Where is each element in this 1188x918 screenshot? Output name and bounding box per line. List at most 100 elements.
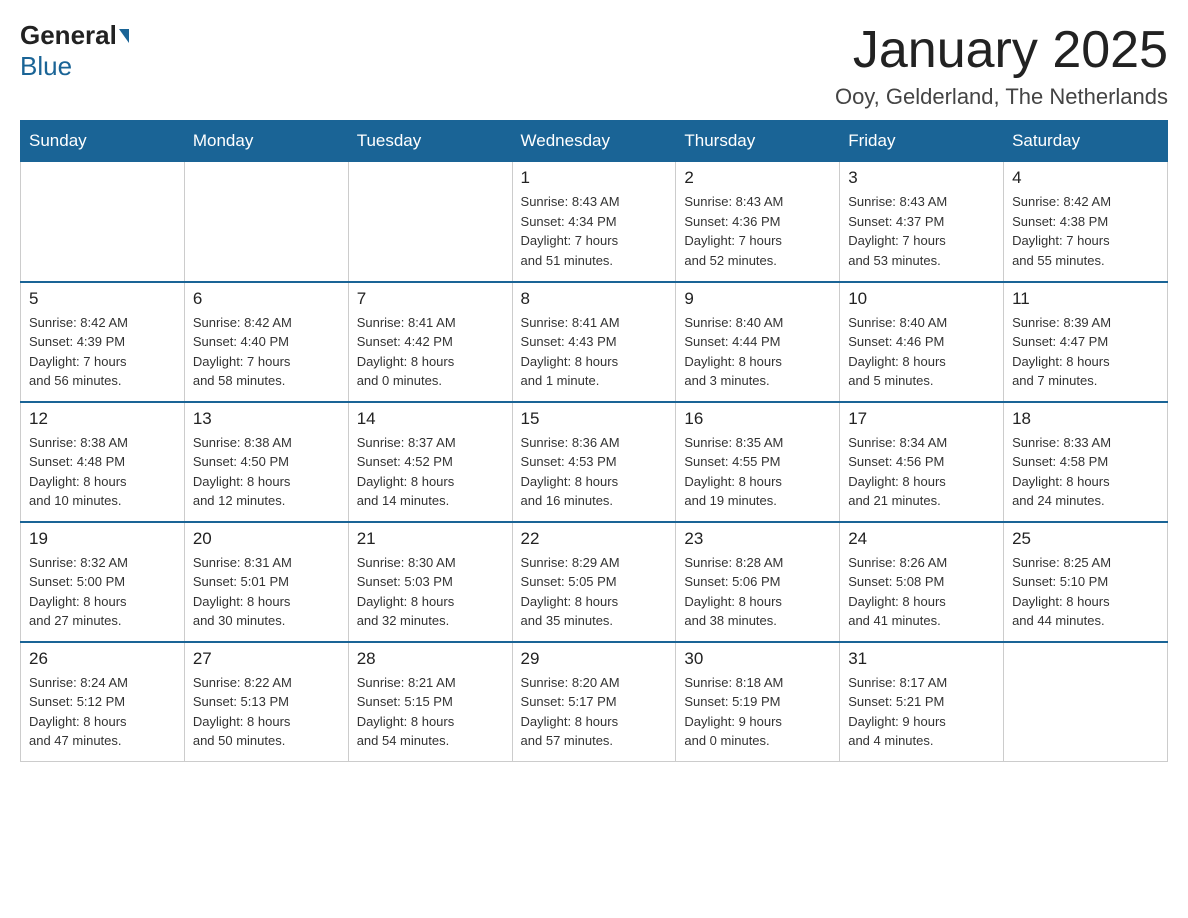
day-number: 12 xyxy=(29,409,176,429)
day-info: Sunrise: 8:18 AMSunset: 5:19 PMDaylight:… xyxy=(684,673,831,751)
day-number: 29 xyxy=(521,649,668,669)
calendar-cell: 28 Sunrise: 8:21 AMSunset: 5:15 PMDayligh… xyxy=(348,642,512,762)
calendar-cell: 3 Sunrise: 8:43 AMSunset: 4:37 PMDaylight… xyxy=(840,162,1004,282)
week-row-1: 5 Sunrise: 8:42 AMSunset: 4:39 PMDaylight… xyxy=(21,282,1168,402)
day-number: 9 xyxy=(684,289,831,309)
day-number: 6 xyxy=(193,289,340,309)
day-number: 4 xyxy=(1012,168,1159,188)
calendar-cell: 4 Sunrise: 8:42 AMSunset: 4:38 PMDaylight… xyxy=(1004,162,1168,282)
day-info: Sunrise: 8:17 AMSunset: 5:21 PMDaylight:… xyxy=(848,673,995,751)
calendar-cell: 5 Sunrise: 8:42 AMSunset: 4:39 PMDaylight… xyxy=(21,282,185,402)
day-info: Sunrise: 8:34 AMSunset: 4:56 PMDaylight:… xyxy=(848,433,995,511)
day-info: Sunrise: 8:22 AMSunset: 5:13 PMDaylight:… xyxy=(193,673,340,751)
calendar-cell: 17Sunrise: 8:34 AMSunset: 4:56 PMDayligh… xyxy=(840,402,1004,522)
day-number: 14 xyxy=(357,409,504,429)
day-info: Sunrise: 8:41 AMSunset: 4:42 PMDaylight:… xyxy=(357,313,504,391)
calendar-table: SundayMondayTuesdayWednesdayThursdayFrid… xyxy=(20,120,1168,762)
calendar-cell: 23 Sunrise: 8:28 AMSunset: 5:06 PMDayligh… xyxy=(676,522,840,642)
day-number: 11 xyxy=(1012,289,1159,309)
weekday-header-monday: Monday xyxy=(184,121,348,162)
calendar-cell: 25 Sunrise: 8:25 AMSunset: 5:10 PMDayligh… xyxy=(1004,522,1168,642)
day-info: Sunrise: 8:40 AMSunset: 4:44 PMDaylight:… xyxy=(684,313,831,391)
calendar-cell xyxy=(1004,642,1168,762)
day-info: Sunrise: 8:20 AMSunset: 5:17 PMDaylight:… xyxy=(521,673,668,751)
day-info: Sunrise: 8:41 AMSunset: 4:43 PMDaylight:… xyxy=(521,313,668,391)
day-number: 16 xyxy=(684,409,831,429)
calendar-cell: 11 Sunrise: 8:39 AMSunset: 4:47 PMDayligh… xyxy=(1004,282,1168,402)
day-number: 7 xyxy=(357,289,504,309)
logo-blue: Blue xyxy=(20,51,72,82)
day-info: Sunrise: 8:42 AMSunset: 4:38 PMDaylight:… xyxy=(1012,192,1159,270)
day-number: 30 xyxy=(684,649,831,669)
day-info: Sunrise: 8:39 AMSunset: 4:47 PMDaylight:… xyxy=(1012,313,1159,391)
week-row-2: 12Sunrise: 8:38 AMSunset: 4:48 PMDayligh… xyxy=(21,402,1168,522)
day-number: 13 xyxy=(193,409,340,429)
month-title: January 2025 xyxy=(835,20,1168,80)
day-info: Sunrise: 8:30 AMSunset: 5:03 PMDaylight:… xyxy=(357,553,504,631)
day-number: 21 xyxy=(357,529,504,549)
logo-text: General xyxy=(20,20,131,51)
day-info: Sunrise: 8:43 AMSunset: 4:37 PMDaylight:… xyxy=(848,192,995,270)
day-number: 23 xyxy=(684,529,831,549)
day-number: 2 xyxy=(684,168,831,188)
calendar-cell xyxy=(348,162,512,282)
week-row-4: 26Sunrise: 8:24 AMSunset: 5:12 PMDayligh… xyxy=(21,642,1168,762)
day-number: 8 xyxy=(521,289,668,309)
calendar-cell: 2Sunrise: 8:43 AMSunset: 4:36 PMDaylight… xyxy=(676,162,840,282)
calendar-cell: 29 Sunrise: 8:20 AMSunset: 5:17 PMDayligh… xyxy=(512,642,676,762)
calendar-cell: 1Sunrise: 8:43 AMSunset: 4:34 PMDaylight… xyxy=(512,162,676,282)
weekday-header-wednesday: Wednesday xyxy=(512,121,676,162)
day-info: Sunrise: 8:36 AMSunset: 4:53 PMDaylight:… xyxy=(521,433,668,511)
day-info: Sunrise: 8:43 AMSunset: 4:34 PMDaylight:… xyxy=(521,192,668,270)
day-info: Sunrise: 8:28 AMSunset: 5:06 PMDaylight:… xyxy=(684,553,831,631)
day-number: 3 xyxy=(848,168,995,188)
day-info: Sunrise: 8:21 AMSunset: 5:15 PMDaylight:… xyxy=(357,673,504,751)
day-info: Sunrise: 8:32 AMSunset: 5:00 PMDaylight:… xyxy=(29,553,176,631)
calendar-cell: 20 Sunrise: 8:31 AMSunset: 5:01 PMDayligh… xyxy=(184,522,348,642)
calendar-cell: 31 Sunrise: 8:17 AMSunset: 5:21 PMDayligh… xyxy=(840,642,1004,762)
page-header: General Blue January 2025 Ooy, Gelderlan… xyxy=(20,20,1168,110)
logo-general: General xyxy=(20,20,117,51)
day-number: 25 xyxy=(1012,529,1159,549)
weekday-header-row: SundayMondayTuesdayWednesdayThursdayFrid… xyxy=(21,121,1168,162)
calendar-cell: 15 Sunrise: 8:36 AMSunset: 4:53 PMDayligh… xyxy=(512,402,676,522)
calendar-cell: 24Sunrise: 8:26 AMSunset: 5:08 PMDayligh… xyxy=(840,522,1004,642)
day-number: 31 xyxy=(848,649,995,669)
week-row-0: 1Sunrise: 8:43 AMSunset: 4:34 PMDaylight… xyxy=(21,162,1168,282)
weekday-header-friday: Friday xyxy=(840,121,1004,162)
day-number: 5 xyxy=(29,289,176,309)
day-info: Sunrise: 8:25 AMSunset: 5:10 PMDaylight:… xyxy=(1012,553,1159,631)
calendar-cell xyxy=(184,162,348,282)
day-info: Sunrise: 8:42 AMSunset: 4:39 PMDaylight:… xyxy=(29,313,176,391)
day-info: Sunrise: 8:26 AMSunset: 5:08 PMDaylight:… xyxy=(848,553,995,631)
calendar-cell: 16Sunrise: 8:35 AMSunset: 4:55 PMDayligh… xyxy=(676,402,840,522)
day-info: Sunrise: 8:31 AMSunset: 5:01 PMDaylight:… xyxy=(193,553,340,631)
weekday-header-thursday: Thursday xyxy=(676,121,840,162)
day-number: 18 xyxy=(1012,409,1159,429)
calendar-cell: 26Sunrise: 8:24 AMSunset: 5:12 PMDayligh… xyxy=(21,642,185,762)
day-number: 20 xyxy=(193,529,340,549)
calendar-cell: 22 Sunrise: 8:29 AMSunset: 5:05 PMDayligh… xyxy=(512,522,676,642)
week-row-3: 19 Sunrise: 8:32 AMSunset: 5:00 PMDayligh… xyxy=(21,522,1168,642)
day-number: 19 xyxy=(29,529,176,549)
calendar-cell: 30 Sunrise: 8:18 AMSunset: 5:19 PMDayligh… xyxy=(676,642,840,762)
calendar-cell: 9 Sunrise: 8:40 AMSunset: 4:44 PMDaylight… xyxy=(676,282,840,402)
day-number: 26 xyxy=(29,649,176,669)
day-info: Sunrise: 8:33 AMSunset: 4:58 PMDaylight:… xyxy=(1012,433,1159,511)
weekday-header-tuesday: Tuesday xyxy=(348,121,512,162)
day-number: 22 xyxy=(521,529,668,549)
calendar-cell: 12Sunrise: 8:38 AMSunset: 4:48 PMDayligh… xyxy=(21,402,185,522)
calendar-cell: 27 Sunrise: 8:22 AMSunset: 5:13 PMDayligh… xyxy=(184,642,348,762)
calendar-cell: 18 Sunrise: 8:33 AMSunset: 4:58 PMDayligh… xyxy=(1004,402,1168,522)
calendar-cell: 6 Sunrise: 8:42 AMSunset: 4:40 PMDaylight… xyxy=(184,282,348,402)
day-number: 15 xyxy=(521,409,668,429)
calendar-cell: 13Sunrise: 8:38 AMSunset: 4:50 PMDayligh… xyxy=(184,402,348,522)
day-info: Sunrise: 8:29 AMSunset: 5:05 PMDaylight:… xyxy=(521,553,668,631)
day-info: Sunrise: 8:42 AMSunset: 4:40 PMDaylight:… xyxy=(193,313,340,391)
logo-arrow-icon xyxy=(119,29,129,43)
title-section: January 2025 Ooy, Gelderland, The Nether… xyxy=(835,20,1168,110)
day-info: Sunrise: 8:40 AMSunset: 4:46 PMDaylight:… xyxy=(848,313,995,391)
day-number: 27 xyxy=(193,649,340,669)
day-number: 28 xyxy=(357,649,504,669)
calendar-cell: 14Sunrise: 8:37 AMSunset: 4:52 PMDayligh… xyxy=(348,402,512,522)
